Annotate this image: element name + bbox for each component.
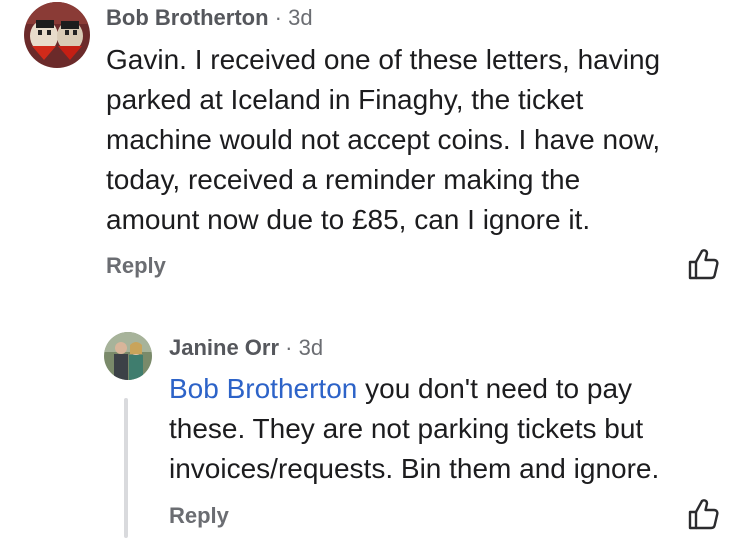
- comment-body: Gavin. I received one of these letters, …: [106, 40, 660, 240]
- comment-line-text: you don't need to pay: [357, 373, 633, 404]
- mention-link[interactable]: Bob Brotherton: [169, 373, 357, 404]
- comment-line: these. They are not parking tickets but: [169, 413, 644, 444]
- comment-line: invoices/requests. Bin them and ignore.: [169, 453, 660, 484]
- avatar-bob-brotherton[interactable]: [24, 2, 90, 68]
- avatar-image: [104, 332, 152, 380]
- comment-line: parked at Iceland in Finaghy, the ticket: [106, 84, 584, 115]
- avatar-janine-orr[interactable]: [104, 332, 152, 380]
- thread-connector-line: [124, 398, 128, 538]
- comment-line: machine would not accept coins. I have n…: [106, 124, 661, 155]
- reply-button[interactable]: Reply: [106, 253, 166, 279]
- comment-line: Bob Brotherton you don't need to pay: [169, 369, 659, 409]
- comment-body: Bob Brotherton you don't need to pay the…: [169, 369, 659, 489]
- separator-dot: ·: [285, 335, 293, 360]
- author-name[interactable]: Bob Brotherton: [106, 5, 269, 30]
- separator-dot: ·: [274, 5, 282, 30]
- comment-line: Gavin. I received one of these letters, …: [106, 44, 661, 75]
- comment-header: Bob Brotherton · 3d: [106, 5, 313, 31]
- comment-header: Janine Orr · 3d: [169, 335, 323, 361]
- thumbs-up-outline-icon: [688, 499, 719, 530]
- author-name[interactable]: Janine Orr: [169, 335, 279, 360]
- comment-age[interactable]: 3d: [288, 5, 312, 30]
- avatar-image: [24, 2, 90, 68]
- like-button[interactable]: [686, 247, 720, 281]
- reply-button[interactable]: Reply: [169, 503, 229, 529]
- thumbs-up-outline-icon: [688, 249, 719, 280]
- comment-age[interactable]: 3d: [299, 335, 323, 360]
- comment-line: today, received a reminder making the: [106, 164, 581, 195]
- comment-line: amount now due to £85, can I ignore it.: [106, 204, 591, 235]
- like-button[interactable]: [686, 497, 720, 531]
